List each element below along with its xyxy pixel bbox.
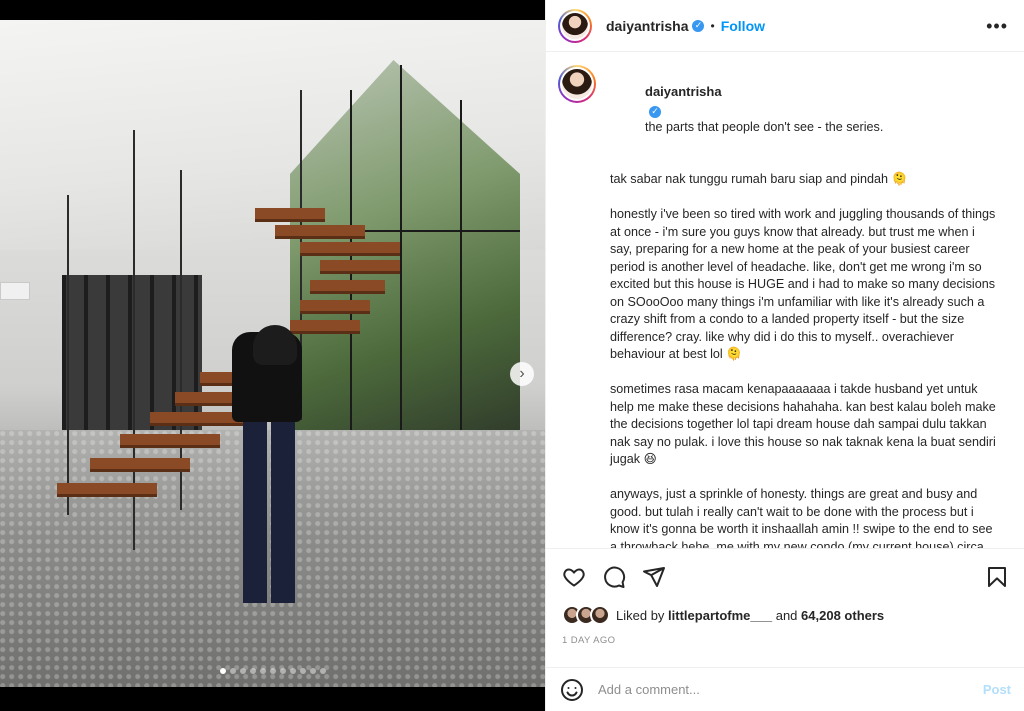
header-separator: • [710, 18, 715, 33]
likes-summary: Liked by littlepartofme___ and 64,208 ot… [562, 605, 1009, 625]
post-comment-button[interactable]: Post [983, 682, 1011, 697]
photo-stair-step [275, 225, 365, 239]
caption-paragraph: tak sabar nak tunggu rumah baru siap and… [610, 172, 908, 186]
follow-button[interactable]: Follow [721, 18, 765, 34]
liker-avatars [562, 605, 610, 625]
post-photo[interactable]: › [0, 20, 545, 687]
liker-username[interactable]: littlepartofme___ [668, 608, 772, 623]
bookmark-icon[interactable] [985, 565, 1009, 589]
carousel-dot [299, 668, 306, 674]
photo-stair-step [90, 458, 190, 472]
likes-prefix: Liked by [616, 607, 665, 623]
heart-icon[interactable] [562, 565, 586, 589]
verified-badge-icon: ✓ [692, 19, 705, 32]
carousel-dot [289, 668, 296, 674]
liker-avatar[interactable] [590, 605, 610, 625]
caption-paragraph: sometimes rasa macam kenapaaaaaaa i takd… [610, 382, 1000, 466]
caption-text: daiyantrisha ✓ the parts that people don… [610, 65, 1000, 549]
photo-mullion [460, 100, 462, 440]
likes-text: Liked by littlepartofme___ and 64,208 ot… [616, 608, 884, 623]
likes-count[interactable]: 64,208 others [801, 608, 884, 623]
photo-stair-step [300, 300, 370, 314]
caption-author-avatar-image [560, 67, 594, 101]
carousel-dot [259, 668, 266, 674]
photo-person-legs [243, 418, 295, 603]
author-avatar[interactable] [558, 8, 592, 43]
post-media: › [0, 0, 545, 711]
photo-stair-step [300, 242, 400, 256]
emoji-icon[interactable] [560, 678, 584, 702]
photo-stair-step [290, 320, 360, 334]
caption-paragraph: honestly i've been so tired with work an… [610, 207, 999, 361]
author-avatar-image [560, 10, 590, 41]
photo-stair-step [120, 434, 220, 448]
carousel-dot [249, 668, 256, 674]
post-header: daiyantrisha ✓ • Follow ••• [546, 0, 1024, 52]
caption-username[interactable]: daiyantrisha [645, 84, 722, 99]
photo-stair-step [310, 280, 385, 294]
photo-stair-step [150, 412, 245, 426]
carousel-dot [309, 668, 316, 674]
carousel-dot [279, 668, 286, 674]
caption-title: the parts that people don't see - the se… [645, 119, 884, 134]
verified-badge-icon: ✓ [649, 105, 661, 118]
comment-icon[interactable] [602, 565, 626, 589]
caption-author-avatar[interactable] [558, 65, 596, 103]
author-username[interactable]: daiyantrisha [606, 18, 688, 34]
share-icon[interactable] [642, 565, 666, 589]
carousel-dot [229, 668, 236, 674]
photo-person-head [253, 325, 297, 365]
photo-rail [67, 195, 69, 515]
post-timestamp[interactable]: 1 DAY AGO [562, 635, 1009, 646]
carousel-next-button[interactable]: › [510, 362, 534, 386]
caption-row: daiyantrisha ✓ the parts that people don… [558, 65, 1009, 548]
more-horizontal-icon[interactable]: ••• [986, 17, 1008, 35]
photo-stair-step [57, 483, 157, 497]
caption-area: daiyantrisha ✓ the parts that people don… [546, 53, 1024, 548]
comment-bar: Post [546, 667, 1024, 711]
carousel-dot [219, 668, 226, 674]
photo-aircon [0, 282, 30, 300]
carousel-dot [269, 668, 276, 674]
likes-and: and [775, 607, 798, 623]
photo-stair-step [255, 208, 325, 222]
post-detail-panel: daiyantrisha ✓ • Follow ••• daiyantrisha… [545, 0, 1024, 711]
photo-stair-step [320, 260, 400, 274]
caption-paragraph: anyways, just a sprinkle of honesty. thi… [610, 487, 993, 548]
carousel-dot [239, 668, 246, 674]
carousel-indicator [0, 668, 545, 674]
comment-input[interactable] [598, 682, 983, 697]
post-actions: Liked by littlepartofme___ and 64,208 ot… [546, 548, 1024, 646]
action-icons-row [562, 563, 1009, 591]
photo-mullion [400, 65, 402, 440]
carousel-dot [319, 668, 326, 674]
